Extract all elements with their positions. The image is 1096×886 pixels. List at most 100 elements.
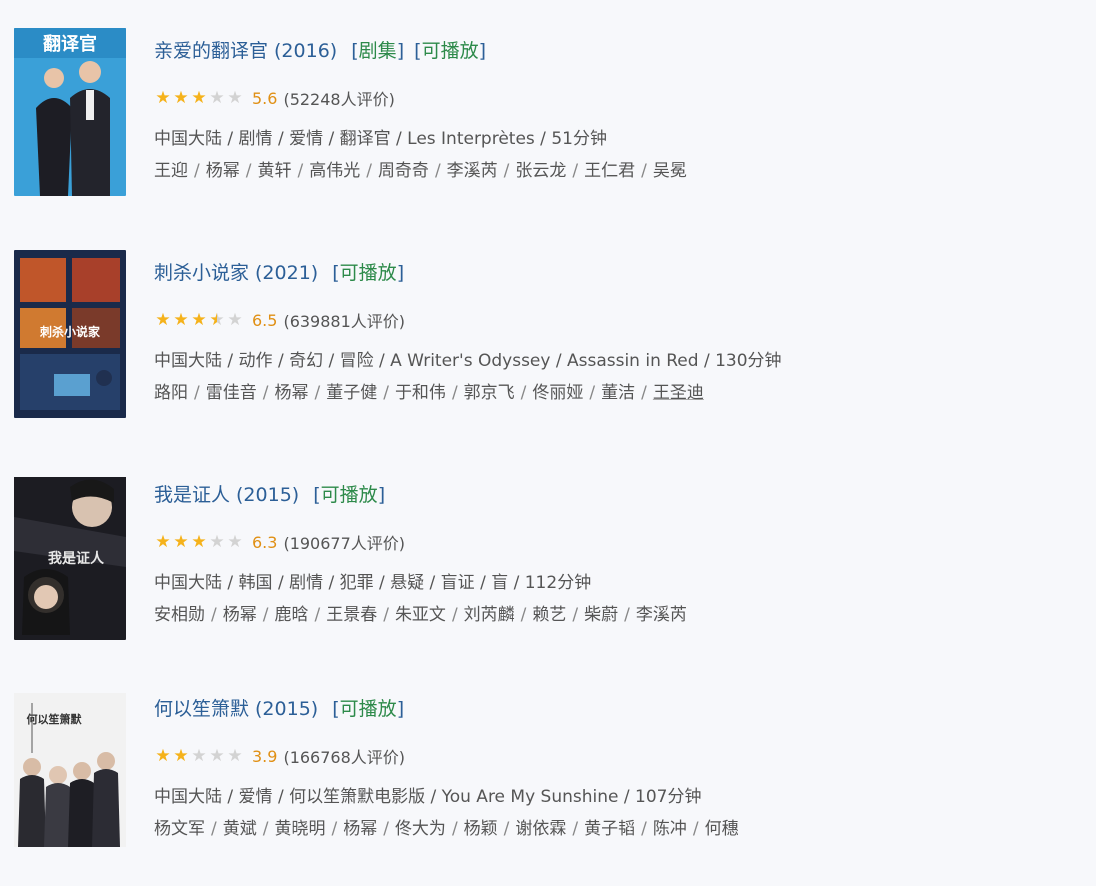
cast-name[interactable]: 赖艺 <box>532 605 566 625</box>
result-item: 何以笙箫默 何以笙箫默 (2015) [可播放] ★ ★ ★ ★ ★ 3.9 (… <box>0 686 1096 886</box>
cast-name[interactable]: 杨幂 <box>223 605 257 625</box>
cast-name[interactable]: 杨幂 <box>274 383 308 403</box>
rating-line: ★ ★ ★ ★ ★ 6.3 (190677人评价) <box>154 530 405 554</box>
cast-name[interactable]: 黄晓明 <box>274 819 325 839</box>
cast-name[interactable]: 黄轩 <box>257 161 291 181</box>
tag-drama[interactable]: [剧集] <box>351 40 404 62</box>
title-line: 刺杀小说家 (2021) [可播放] <box>154 258 404 285</box>
rating-count: (190677人评价) <box>283 534 406 553</box>
year-text: (2015) <box>255 698 319 720</box>
title-link[interactable]: 何以笙箫默 <box>154 698 249 720</box>
star-icon: ★ <box>227 309 243 330</box>
tag-playable[interactable]: [可播放] <box>332 262 404 284</box>
cast-name[interactable]: 黄斌 <box>223 819 257 839</box>
cast-name[interactable]: 佟丽娅 <box>532 383 583 403</box>
title-link[interactable]: 刺杀小说家 <box>154 262 249 284</box>
star-icon: ★ <box>173 531 189 552</box>
cast-list: 路阳 / 雷佳音 / 杨幂 / 董子健 / 于和伟 / 郭京飞 / 佟丽娅 / 董洁 / 王圣迪 <box>154 383 704 403</box>
rating-score: 6.5 <box>252 310 278 330</box>
cast-name[interactable]: 刘芮麟 <box>464 605 515 625</box>
cast-name[interactable]: 王迎 <box>154 161 188 181</box>
title-link[interactable]: 我是证人 <box>154 484 230 506</box>
poster-title-text: 刺杀小说家 <box>39 324 101 339</box>
rating-line: ★ ★ ★ ★ ★ 3.9 (166768人评价) <box>154 744 405 768</box>
cast-name[interactable]: 佟大为 <box>395 819 446 839</box>
cast-name[interactable]: 于和伟 <box>395 383 446 403</box>
cast-name[interactable]: 周奇奇 <box>378 161 429 181</box>
cast-name[interactable]: 杨颖 <box>464 819 498 839</box>
rating-count: (52248人评价) <box>283 90 395 109</box>
star-rating: ★ ★ ★ ★ ★ <box>154 745 244 766</box>
cast-name[interactable]: 路阳 <box>154 383 188 403</box>
result-item: 我是证人 我是证人 (2015) [可播放] ★ ★ ★ ★ ★ 6.3 (190677人… <box>0 472 1096 672</box>
cast-name[interactable]: 董子健 <box>326 383 377 403</box>
rating-count: (639881人评价) <box>283 312 406 331</box>
rating-score: 5.6 <box>252 88 278 108</box>
cast-name[interactable]: 雷佳音 <box>206 383 257 403</box>
poster-image[interactable]: 翻译官 <box>14 28 126 196</box>
star-icon: ★ <box>173 745 189 766</box>
poster-title-text: 我是证人 <box>48 550 105 567</box>
result-item: 翻译官 亲爱的翻译官 (2016) [剧集] [可播放] ★ ★ ★ ★ ★ 5.6 (5… <box>0 28 1096 228</box>
title-link[interactable]: 亲爱的翻译官 <box>154 40 268 62</box>
poster-art: 何以笙箫默 <box>14 693 126 847</box>
cast-name[interactable]: 谢依霖 <box>515 819 566 839</box>
poster-art: 刺杀小说家 <box>14 250 126 418</box>
tag-playable[interactable]: [可播放] <box>414 40 486 62</box>
star-icon: ★ <box>155 87 171 108</box>
title-line: 何以笙箫默 (2015) [可播放] <box>154 694 404 721</box>
cast-name[interactable]: 吴冕 <box>653 161 687 181</box>
cast-name[interactable]: 安相勋 <box>154 605 205 625</box>
cast-name[interactable]: 柴蔚 <box>584 605 618 625</box>
cast-name[interactable]: 杨幂 <box>206 161 240 181</box>
meta-info: 中国大陆 / 爱情 / 何以笙箫默电影版 / You Are My Sunshi… <box>154 787 702 807</box>
cast-name[interactable]: 朱亚文 <box>395 605 446 625</box>
year-text: (2021) <box>255 262 319 284</box>
tag-playable[interactable]: [可播放] <box>313 484 385 506</box>
star-rating: ★ ★ ★ ★ ★ <box>154 87 244 108</box>
title-line: 亲爱的翻译官 (2016) [剧集] [可播放] <box>154 36 486 63</box>
poster-image[interactable]: 我是证人 <box>14 472 126 640</box>
star-rating: ★ ★ ★ ★ ★ <box>154 531 244 552</box>
poster-art: 我是证人 <box>14 477 126 640</box>
star-icon: ★ <box>227 745 243 766</box>
cast-name[interactable]: 郭京飞 <box>464 383 515 403</box>
cast-name[interactable]: 王景春 <box>326 605 377 625</box>
poster-image[interactable]: 刺杀小说家 <box>14 250 126 418</box>
rating-score: 3.9 <box>252 746 278 766</box>
star-icon: ★ <box>191 309 207 330</box>
cast-name[interactable]: 杨幂 <box>343 819 377 839</box>
search-result-list: 翻译官 亲爱的翻译官 (2016) [剧集] [可播放] ★ ★ ★ ★ ★ 5.6 (5… <box>0 0 1096 870</box>
star-icon: ★ <box>191 745 207 766</box>
star-icon: ★ <box>155 745 171 766</box>
year-text: (2016) <box>274 40 338 62</box>
star-icon: ★ <box>227 87 243 108</box>
star-rating: ★ ★ ★ ★ ★ <box>154 309 244 330</box>
star-icon: ★ <box>227 531 243 552</box>
star-icon: ★ <box>209 87 225 108</box>
star-icon: ★ <box>155 531 171 552</box>
cast-name[interactable]: 李溪芮 <box>447 161 498 181</box>
star-icon: ★ <box>209 745 225 766</box>
cast-name[interactable]: 鹿晗 <box>274 605 308 625</box>
cast-name[interactable]: 王仁君 <box>584 161 635 181</box>
tag-playable[interactable]: [可播放] <box>332 698 404 720</box>
cast-name[interactable]: 董洁 <box>601 383 635 403</box>
rating-score: 6.3 <box>252 532 278 552</box>
cast-name[interactable]: 李溪芮 <box>636 605 687 625</box>
cast-name[interactable]: 杨文军 <box>154 819 205 839</box>
cast-name[interactable]: 王圣迪 <box>653 383 704 403</box>
star-icon: ★ <box>209 531 225 552</box>
meta-info: 中国大陆 / 动作 / 奇幻 / 冒险 / A Writer's Odyssey… <box>154 351 782 371</box>
poster-image[interactable]: 何以笙箫默 <box>14 686 126 854</box>
cast-name[interactable]: 何穗 <box>705 819 739 839</box>
meta-info: 中国大陆 / 剧情 / 爱情 / 翻译官 / Les Interprètes /… <box>154 129 607 149</box>
star-icon: ★ <box>173 87 189 108</box>
cast-name[interactable]: 黄子韬 <box>584 819 635 839</box>
half-star-icon: ★ <box>209 309 225 330</box>
cast-name[interactable]: 高伟光 <box>309 161 360 181</box>
cast-name[interactable]: 陈冲 <box>653 819 687 839</box>
poster-art: 翻译官 <box>14 28 126 196</box>
cast-name[interactable]: 张云龙 <box>515 161 566 181</box>
cast-list: 杨文军 / 黄斌 / 黄晓明 / 杨幂 / 佟大为 / 杨颖 / 谢依霖 / 黄子韬 / 陈冲 / 何穗 <box>154 819 739 839</box>
